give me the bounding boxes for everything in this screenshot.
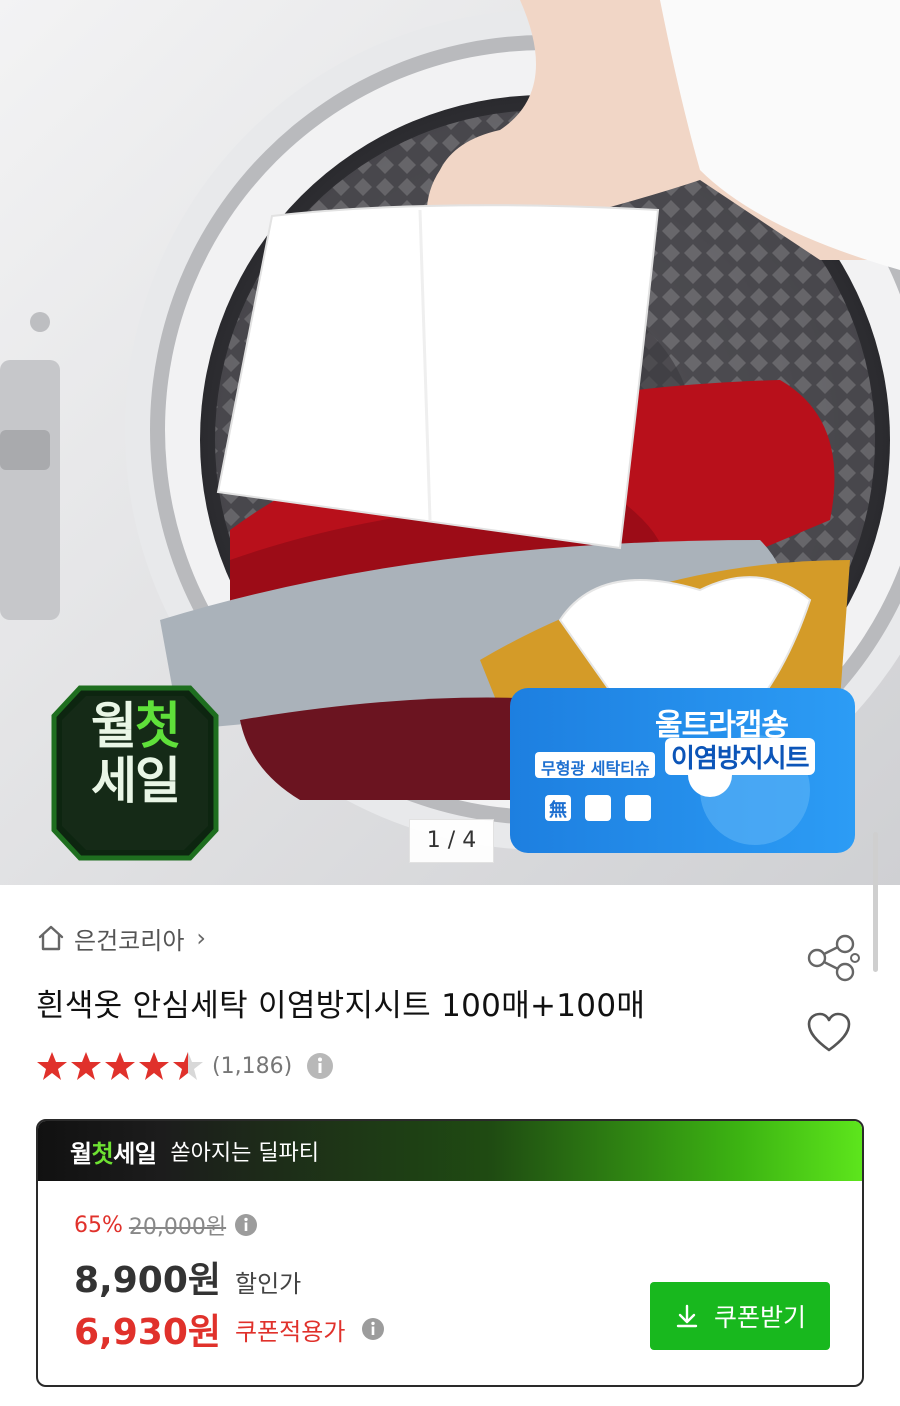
sale-price-line: 8,900원 할인가 [74, 1251, 301, 1303]
star-icon [105, 1052, 135, 1080]
share-icon[interactable] [805, 934, 861, 982]
promo-brand-part-2: 첫 [91, 1139, 114, 1168]
star-icon [139, 1052, 169, 1080]
badge-word-3: 세일 [91, 752, 181, 810]
badge-word-2: 첫 [135, 697, 181, 755]
star-rating [36, 1050, 204, 1082]
price-box: 월첫세일 쏟아지는 딜파티 65% 20,000원 8,900원 할인가 6,9… [36, 1119, 864, 1387]
promo-brand-part-3: 세일 [113, 1139, 157, 1168]
coupon-price: 6,930원 [74, 1312, 221, 1353]
package-title-2: 이염방지시트 [665, 738, 815, 775]
package-subtitle: 무형광 세탁티슈 [541, 759, 650, 778]
coupon-price-line: 6,930원 쿠폰적용가 [74, 1303, 385, 1355]
promo-slogan: 쏟아지는 딜파티 [170, 1141, 320, 1166]
badge-text: 월첫 세일 [62, 700, 208, 810]
sale-price: 8,900원 [74, 1260, 221, 1301]
page-scrollbar[interactable] [873, 832, 878, 972]
product-title: 흰색옷 안심세탁 이염방지시트 100매+100매 [36, 988, 646, 1024]
sale-price-label: 할인가 [235, 1270, 302, 1298]
get-coupon-button[interactable]: 쿠폰받기 [650, 1282, 830, 1350]
promo-brand: 월첫세일 [70, 1134, 157, 1169]
star-half-icon [173, 1052, 203, 1080]
star-icon [71, 1052, 101, 1080]
promo-header: 월첫세일 쏟아지는 딜파티 [38, 1121, 862, 1181]
slide-counter: 1 / 4 [409, 819, 494, 863]
product-image-carousel[interactable]: 월첫 세일 울트라캡숑 이염방지시트 무형광 세탁티슈 無 1 / 4 [0, 0, 900, 885]
info-icon[interactable] [361, 1317, 385, 1341]
coupon-price-label: 쿠폰적용가 [235, 1317, 346, 1346]
review-count[interactable]: (1,186) [212, 1054, 292, 1079]
get-coupon-label: 쿠폰받기 [713, 1303, 806, 1332]
info-icon[interactable] [306, 1052, 334, 1080]
seller-link[interactable]: 은건코리아 › [36, 918, 206, 958]
home-icon [38, 925, 64, 951]
discount-rate: 65% [74, 1212, 123, 1238]
promo-brand-part-1: 월 [70, 1139, 92, 1168]
badge-word-1: 월 [91, 697, 137, 755]
original-price: 20,000원 [128, 1215, 227, 1240]
download-arrow-icon [676, 1304, 698, 1328]
discount-line: 65% 20,000원 [74, 1209, 258, 1241]
rating-row[interactable]: (1,186) [36, 1046, 334, 1086]
package-tag: 無 [549, 800, 567, 821]
chevron-right-icon: › [196, 924, 207, 952]
heart-icon[interactable] [805, 1010, 853, 1054]
star-icon [37, 1052, 67, 1080]
info-icon[interactable] [234, 1213, 258, 1237]
seller-name: 은건코리아 [74, 926, 185, 955]
